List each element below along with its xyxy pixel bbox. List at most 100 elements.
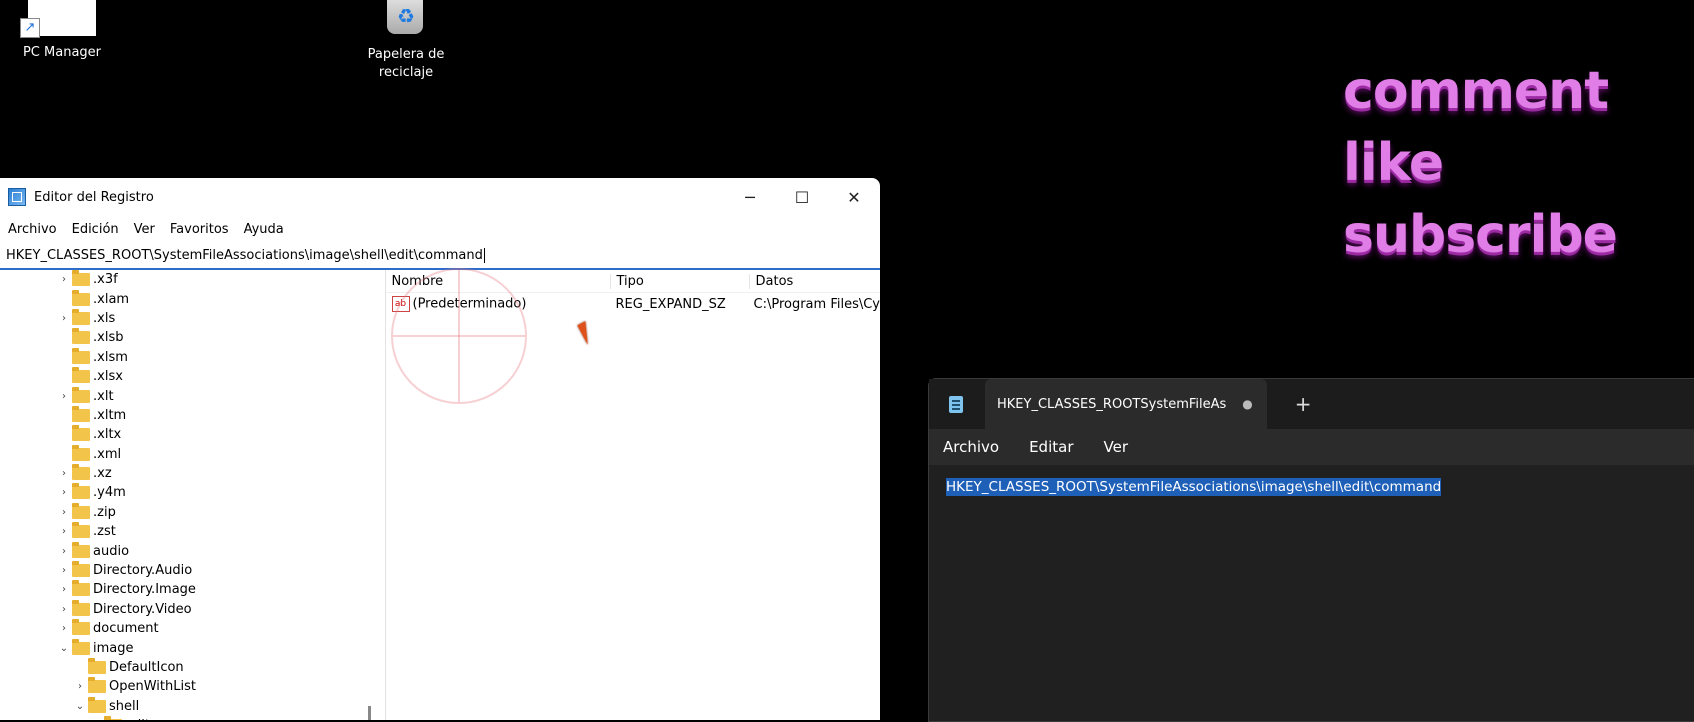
pc-manager-icon: ↗ [20,0,96,38]
folder-icon [72,405,90,422]
chevron-right-icon[interactable]: › [56,623,72,634]
maximize-button[interactable]: ☐ [776,188,828,207]
title-bar[interactable]: Editor del Registro ─ ☐ ✕ [0,178,880,216]
tree-item[interactable]: › .zst [0,522,385,541]
tree-item[interactable]: › audio [0,541,385,560]
chevron-right-icon[interactable]: › [56,274,72,285]
folder-icon [88,658,106,674]
tree-item[interactable]: .xlam [0,289,385,308]
tree-item-label: document [93,621,159,637]
chevron-right-icon[interactable]: › [56,487,72,498]
menu-archivo[interactable]: Archivo [943,438,999,456]
tree-item[interactable]: › .xz [0,464,385,483]
tree-item[interactable]: › Directory.Audio [0,561,385,580]
tree-item[interactable]: › .x3f [0,270,385,289]
tree-item[interactable]: ⌄edit [0,716,385,720]
chevron-right-icon[interactable]: › [56,604,72,615]
chevron-right-icon[interactable]: › [56,468,72,479]
desktop-icon-label: Papelera de reciclaje [367,47,445,80]
notepad-text-area[interactable]: HKEY_CLASSES_ROOT\SystemFileAssociations… [929,465,1694,496]
tree-item[interactable]: .xml [0,444,385,464]
tree-item-label: Directory.Image [93,582,196,598]
folder-icon [72,522,90,539]
tree-item-label: .xlsb [93,330,124,346]
chevron-right-icon[interactable]: › [56,565,72,576]
tree-item[interactable]: .xltx [0,425,385,444]
tree-item-label: shell [109,698,140,714]
value-type: REG_EXPAND_SZ [615,296,726,312]
desktop-icon-pc-manager[interactable]: ↗ PC Manager [2,0,122,62]
tree-item-label: .xlsm [93,349,128,365]
folder-icon [72,483,90,500]
menu-edicion[interactable]: Edición [72,222,119,237]
folder-icon [72,502,90,519]
tree-item-label: .xml [93,446,122,462]
tree-item[interactable]: › .zip [0,502,385,522]
tree-item-label: OpenWithList [109,679,196,695]
text-caret [483,247,485,263]
chevron-right-icon[interactable]: › [56,391,72,402]
menu-ayuda[interactable]: Ayuda [244,222,284,237]
tree-item[interactable]: .xlsm [0,347,385,367]
tree-item[interactable]: › OpenWithList [0,677,385,696]
menu-archivo[interactable]: Archivo [8,222,57,237]
address-bar[interactable]: HKEY_CLASSES_ROOT\SystemFileAssociations… [0,242,880,270]
promo-like: like [1343,133,1444,193]
unsaved-dot-icon[interactable]: ● [1242,397,1252,411]
tree-item-label: Directory.Video [93,601,192,617]
desktop-icon-recycle-bin[interactable]: ♻ Papelera de reciclaje [346,0,466,82]
tree-item-label: .xlam [93,291,130,307]
tree-item[interactable]: .xlsb [0,328,385,347]
registry-editor-window: Editor del Registro ─ ☐ ✕ Archivo Edició… [0,178,880,720]
folder-icon [72,599,90,616]
notepad-window: HKEY_CLASSES_ROOTSystemFileAs ● + Archiv… [928,378,1694,722]
tree-item-label: .x3f [93,272,118,288]
new-tab-button[interactable]: + [1295,392,1312,416]
tree-item[interactable]: ⌄ image [0,638,385,657]
menu-bar: Archivo Edición Ver Favoritos Ayuda [0,216,880,242]
regedit-body: › .x3f .xlam › .xls .xlsb .xlsm .xlsx › .xlt .xltm… [0,268,881,720]
chevron-right-icon[interactable]: › [56,584,72,595]
column-header-tipo[interactable]: Tipo [611,273,750,289]
minimize-button[interactable]: ─ [724,188,776,207]
chevron-right-icon[interactable]: › [72,681,88,692]
notepad-app-icon [949,395,963,413]
menu-favoritos[interactable]: Favoritos [170,222,229,237]
tree-item[interactable]: ⌄ shell [0,696,385,716]
tree-item[interactable]: › document [0,619,385,638]
column-header-datos[interactable]: Datos [750,274,881,289]
tree-item[interactable]: .xltm [0,405,385,425]
key-tree[interactable]: › .x3f .xlam › .xls .xlsb .xlsm .xlsx › .xlt .xltm… [0,270,386,720]
tree-item[interactable]: .xlsx [0,367,385,386]
tree-item-label: .y4m [93,485,126,501]
chevron-right-icon[interactable]: › [56,507,72,518]
chevron-down-icon[interactable]: ⌄ [72,701,88,712]
tree-item[interactable]: DefaultIcon [0,658,385,677]
chevron-right-icon[interactable]: › [56,546,72,557]
notepad-tab[interactable]: HKEY_CLASSES_ROOTSystemFileAs ● [985,379,1267,429]
chevron-right-icon[interactable]: › [56,526,72,537]
menu-ver[interactable]: Ver [1104,438,1129,456]
menu-editar[interactable]: Editar [1029,438,1073,456]
values-pane[interactable]: Nombre Tipo Datos ab (Predeterminado) REG… [385,268,881,720]
menu-ver[interactable]: Ver [134,222,155,237]
tree-scrollbar[interactable] [367,706,371,720]
selected-text: HKEY_CLASSES_ROOT\SystemFileAssociations… [946,478,1442,496]
chevron-down-icon[interactable]: ⌄ [56,643,72,654]
tree-item[interactable]: › Directory.Video [0,599,385,619]
regedit-app-icon [8,188,26,206]
tree-item-label: .zip [93,504,116,520]
folder-icon [72,638,90,655]
window-title: Editor del Registro [34,189,154,205]
folder-icon [72,270,90,287]
tree-item[interactable]: › .y4m [0,483,385,502]
folder-icon [88,677,106,694]
tree-item[interactable]: › .xlt [0,386,385,405]
folder-icon [72,367,90,384]
tree-item[interactable]: › .xls [0,308,385,328]
folder-icon [72,561,90,578]
tree-item[interactable]: › Directory.Image [0,580,385,599]
close-button[interactable]: ✕ [828,188,880,207]
chevron-right-icon[interactable]: › [56,313,72,324]
tree-item-label: .xls [93,310,116,326]
